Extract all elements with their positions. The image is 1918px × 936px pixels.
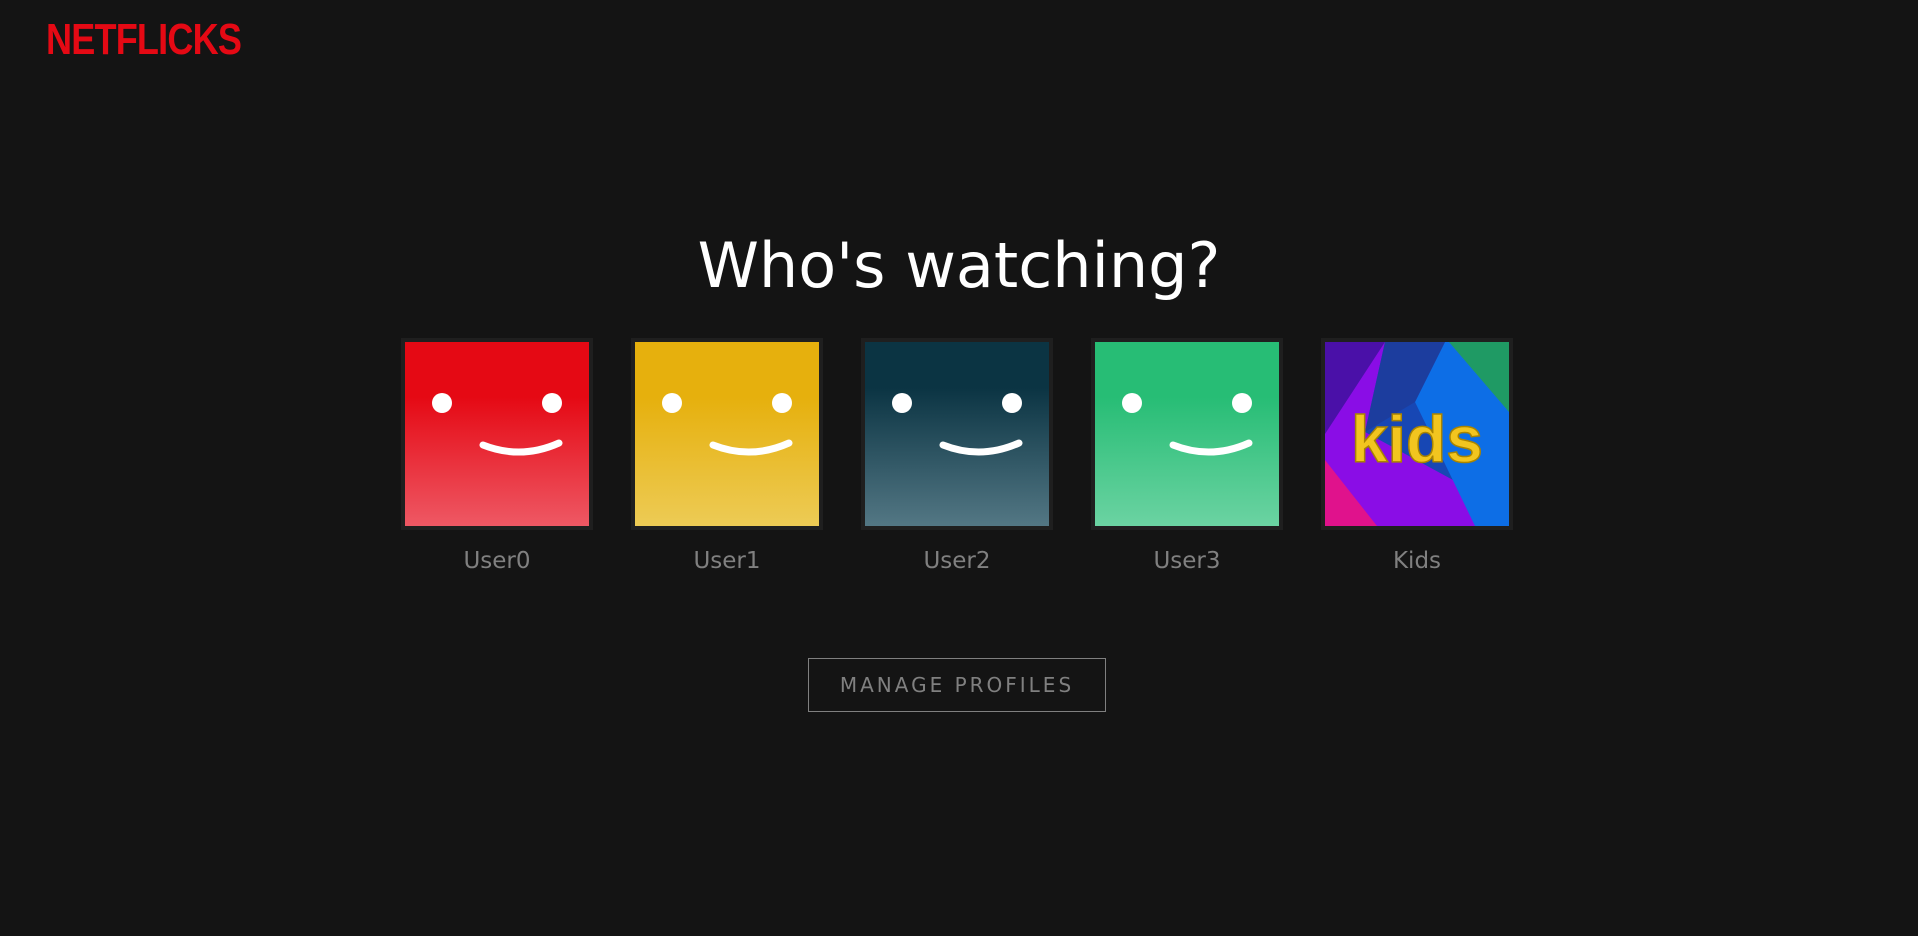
smiley-avatar-icon[interactable] (635, 342, 819, 526)
profile-name[interactable]: User1 (693, 548, 760, 576)
avatar-frame[interactable] (401, 338, 593, 530)
manage-profiles-button[interactable]: MANAGE PROFILES (808, 658, 1106, 712)
profile-user0[interactable]: User0 (401, 338, 593, 576)
profile-list: User0 User1 User2 User3 kids Kids (401, 338, 1513, 576)
smiley-avatar-icon[interactable] (865, 342, 1049, 526)
smiley-avatar-icon[interactable] (405, 342, 589, 526)
svg-text:kids: kids (1351, 402, 1483, 476)
smiley-avatar-icon[interactable] (1095, 342, 1279, 526)
profile-name[interactable]: Kids (1393, 548, 1441, 576)
profile-kids[interactable]: kids Kids (1321, 338, 1513, 576)
kids-avatar-icon[interactable]: kids (1325, 342, 1509, 526)
avatar-frame[interactable] (861, 338, 1053, 530)
netflicks-logo[interactable]: NETFLICKS (46, 18, 242, 62)
profile-user2[interactable]: User2 (861, 338, 1053, 576)
profile-user1[interactable]: User1 (631, 338, 823, 576)
profile-user3[interactable]: User3 (1091, 338, 1283, 576)
avatar-frame[interactable]: kids (1321, 338, 1513, 530)
page-title: Who's watching? (697, 229, 1221, 302)
profile-name[interactable]: User3 (1153, 548, 1220, 576)
avatar-frame[interactable] (631, 338, 823, 530)
profile-name[interactable]: User2 (923, 548, 990, 576)
avatar-frame[interactable] (1091, 338, 1283, 530)
profile-name[interactable]: User0 (463, 548, 530, 576)
